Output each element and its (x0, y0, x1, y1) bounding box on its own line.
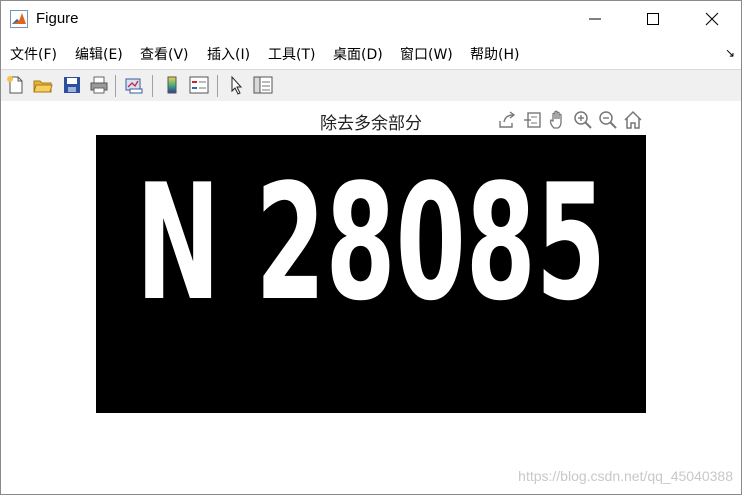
image-axes[interactable]: N 28085 (96, 135, 646, 413)
plate-characters: N 28085 (136, 149, 606, 336)
title-bar[interactable]: Figure (1, 1, 741, 37)
brush-icon[interactable] (522, 109, 544, 131)
minimize-button[interactable] (566, 1, 624, 37)
menu-tools[interactable]: 工具(T) (268, 44, 315, 64)
export-icon[interactable] (496, 109, 518, 131)
colorbar-icon[interactable] (162, 75, 182, 95)
menu-edit[interactable]: 编辑(E) (75, 44, 123, 64)
menu-insert[interactable]: 插入(I) (207, 44, 250, 64)
new-figure-icon[interactable] (6, 75, 26, 95)
property-inspector-icon[interactable] (253, 75, 273, 95)
figure-toolbar (1, 69, 741, 102)
open-file-icon[interactable] (33, 75, 53, 95)
toolbar-separator (152, 75, 153, 97)
zoom-in-icon[interactable] (572, 109, 594, 131)
close-icon (705, 12, 719, 26)
watermark: https://blog.csdn.net/qq_45040388 (518, 468, 733, 484)
toolbar-separator (217, 75, 218, 97)
window-title: Figure (36, 10, 79, 27)
save-icon[interactable] (62, 75, 82, 95)
edit-plot-icon[interactable] (227, 75, 247, 95)
minimize-icon (589, 18, 601, 20)
figure-window: Figure 文件(F) 编辑(E) 查看(V) 插入(I) 工具(T) 桌面(… (0, 0, 742, 495)
matlab-icon (10, 10, 28, 28)
menu-window[interactable]: 窗口(W) (400, 44, 453, 64)
pan-icon[interactable] (547, 109, 569, 131)
home-icon[interactable] (622, 109, 644, 131)
maximize-icon (647, 13, 659, 25)
axes-toolbar (496, 109, 646, 133)
figure-canvas: 除去多余部分 N 28085 https://blog.csdn.net/qq_… (1, 101, 741, 494)
menu-help[interactable]: 帮助(H) (470, 44, 519, 64)
link-plot-icon[interactable] (124, 75, 144, 95)
maximize-button[interactable] (624, 1, 682, 37)
close-button[interactable] (683, 1, 741, 37)
menu-desktop[interactable]: 桌面(D) (333, 44, 383, 64)
menu-file[interactable]: 文件(F) (10, 44, 57, 64)
print-icon[interactable] (89, 75, 109, 95)
license-plate-image: N 28085 (136, 149, 606, 336)
zoom-out-icon[interactable] (597, 109, 619, 131)
legend-icon[interactable] (189, 75, 209, 95)
menu-bar: 文件(F) 编辑(E) 查看(V) 插入(I) 工具(T) 桌面(D) 窗口(W… (1, 41, 741, 67)
toolbar-separator (115, 75, 116, 97)
dock-arrow-icon[interactable]: ↘ (725, 46, 735, 60)
menu-view[interactable]: 查看(V) (140, 44, 189, 64)
